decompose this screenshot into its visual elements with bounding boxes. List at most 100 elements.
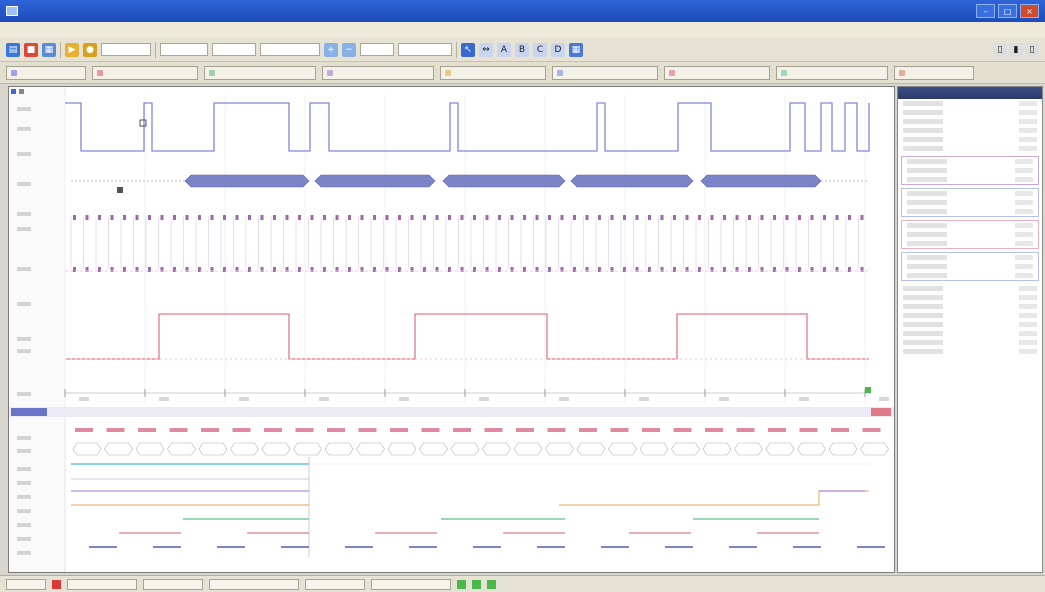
property-row — [898, 144, 1042, 153]
property-label — [903, 331, 943, 336]
close-button[interactable]: × — [1020, 4, 1039, 18]
property-label — [903, 304, 943, 309]
property-label — [903, 322, 943, 327]
pulse-marker — [390, 428, 408, 432]
clock-marker — [160, 215, 164, 220]
pulse-marker — [862, 428, 881, 432]
clock-marker — [73, 215, 76, 220]
layout-two-icon[interactable]: ▮ — [1009, 42, 1023, 57]
property-row — [902, 239, 1038, 248]
waveform-view[interactable] — [8, 86, 895, 573]
pulse-marker — [106, 428, 125, 432]
clock-marker — [710, 215, 714, 220]
property-value — [1015, 191, 1033, 196]
channel-chip[interactable] — [440, 65, 546, 80]
channel-chip[interactable] — [894, 65, 974, 80]
device-ok-icon — [487, 579, 496, 589]
trigger-field[interactable] — [212, 43, 256, 56]
zoom-out-icon[interactable]: − — [342, 42, 356, 57]
data-cell — [860, 442, 889, 456]
channel-chip[interactable] — [322, 65, 434, 80]
property-label — [907, 255, 947, 260]
property-row — [902, 262, 1038, 271]
run-icon[interactable]: ▶ — [65, 42, 79, 57]
status-buffer — [209, 578, 299, 590]
status-level[interactable] — [143, 578, 203, 590]
buffer-field[interactable] — [260, 43, 320, 56]
save-icon[interactable]: ■ — [24, 42, 38, 57]
data-cell — [419, 442, 448, 456]
open-icon[interactable]: ▤ — [6, 42, 20, 57]
ruler-tick-label — [79, 397, 89, 401]
zoom-field[interactable] — [360, 43, 394, 56]
ruler-tick-label — [399, 397, 409, 401]
measure-icon[interactable]: ⇔ — [479, 42, 493, 57]
property-value — [1019, 349, 1037, 354]
marker-d-icon[interactable]: D — [551, 42, 565, 57]
ruler-tick-label — [879, 397, 889, 401]
data-cell — [167, 442, 196, 456]
property-row — [898, 117, 1042, 126]
maximize-button[interactable]: □ — [998, 4, 1017, 18]
ruler-tick-label — [479, 397, 489, 401]
ruler-marker-icon — [865, 387, 871, 393]
bus-marker-icon — [117, 187, 123, 193]
pulse-marker — [547, 428, 566, 432]
pulse-marker — [516, 428, 534, 432]
channel-chip[interactable] — [92, 65, 198, 80]
stop-icon[interactable]: ● — [83, 42, 97, 57]
property-label — [907, 223, 947, 228]
clock-marker — [123, 215, 126, 220]
property-row — [902, 157, 1038, 166]
marker-c-icon[interactable]: C — [533, 42, 547, 57]
row-label — [17, 523, 31, 527]
property-row — [898, 293, 1042, 302]
status-mode[interactable] — [6, 578, 46, 590]
time-per-div-field[interactable] — [160, 43, 208, 56]
data-cell — [765, 442, 795, 456]
clock-marker — [748, 215, 751, 220]
property-value — [1015, 200, 1033, 205]
pulse-marker — [138, 428, 156, 432]
row-label — [17, 467, 31, 471]
pulse-marker — [264, 428, 282, 432]
ruler-tick-label — [559, 397, 569, 401]
channel-color-icon — [445, 69, 451, 76]
property-label — [907, 191, 947, 196]
marker-a-icon[interactable]: A — [497, 42, 511, 57]
property-value — [1015, 177, 1033, 182]
print-icon[interactable]: ▦ — [42, 42, 56, 57]
property-row — [898, 311, 1042, 320]
clock-marker — [685, 215, 689, 220]
row-label — [17, 212, 31, 216]
channel-chip[interactable] — [552, 65, 658, 80]
cursor-icon[interactable]: ↖ — [461, 42, 475, 57]
sample-rate-field[interactable] — [101, 43, 151, 56]
clock-marker — [610, 215, 614, 220]
layout-one-icon[interactable]: ▯ — [993, 42, 1007, 57]
channel-bar — [0, 62, 1045, 84]
channel-chip[interactable] — [6, 65, 86, 80]
ruler-tick-label — [799, 397, 809, 401]
grid-icon[interactable]: ▦ — [569, 42, 583, 57]
property-row — [902, 198, 1038, 207]
channel-chip[interactable] — [776, 65, 888, 80]
channel-chip[interactable] — [204, 65, 316, 80]
data-cell — [482, 442, 511, 456]
row-label — [17, 349, 31, 353]
channel-ok-icon — [457, 579, 466, 589]
layout-three-icon[interactable]: ▯ — [1025, 42, 1039, 57]
channel-chip[interactable] — [664, 65, 770, 80]
status-time — [371, 578, 451, 590]
capture-field[interactable] — [398, 43, 452, 56]
minimize-button[interactable]: – — [976, 4, 995, 18]
zoom-in-icon[interactable]: + — [324, 42, 338, 57]
link-ok-icon — [472, 579, 481, 589]
waveform-canvas[interactable] — [9, 87, 894, 572]
record-icon[interactable] — [52, 579, 61, 589]
pulse-marker — [201, 428, 219, 432]
clock-marker — [398, 215, 401, 220]
status-trigger[interactable] — [67, 578, 137, 590]
marker-b-icon[interactable]: B — [515, 42, 529, 57]
clock-marker — [860, 215, 864, 220]
